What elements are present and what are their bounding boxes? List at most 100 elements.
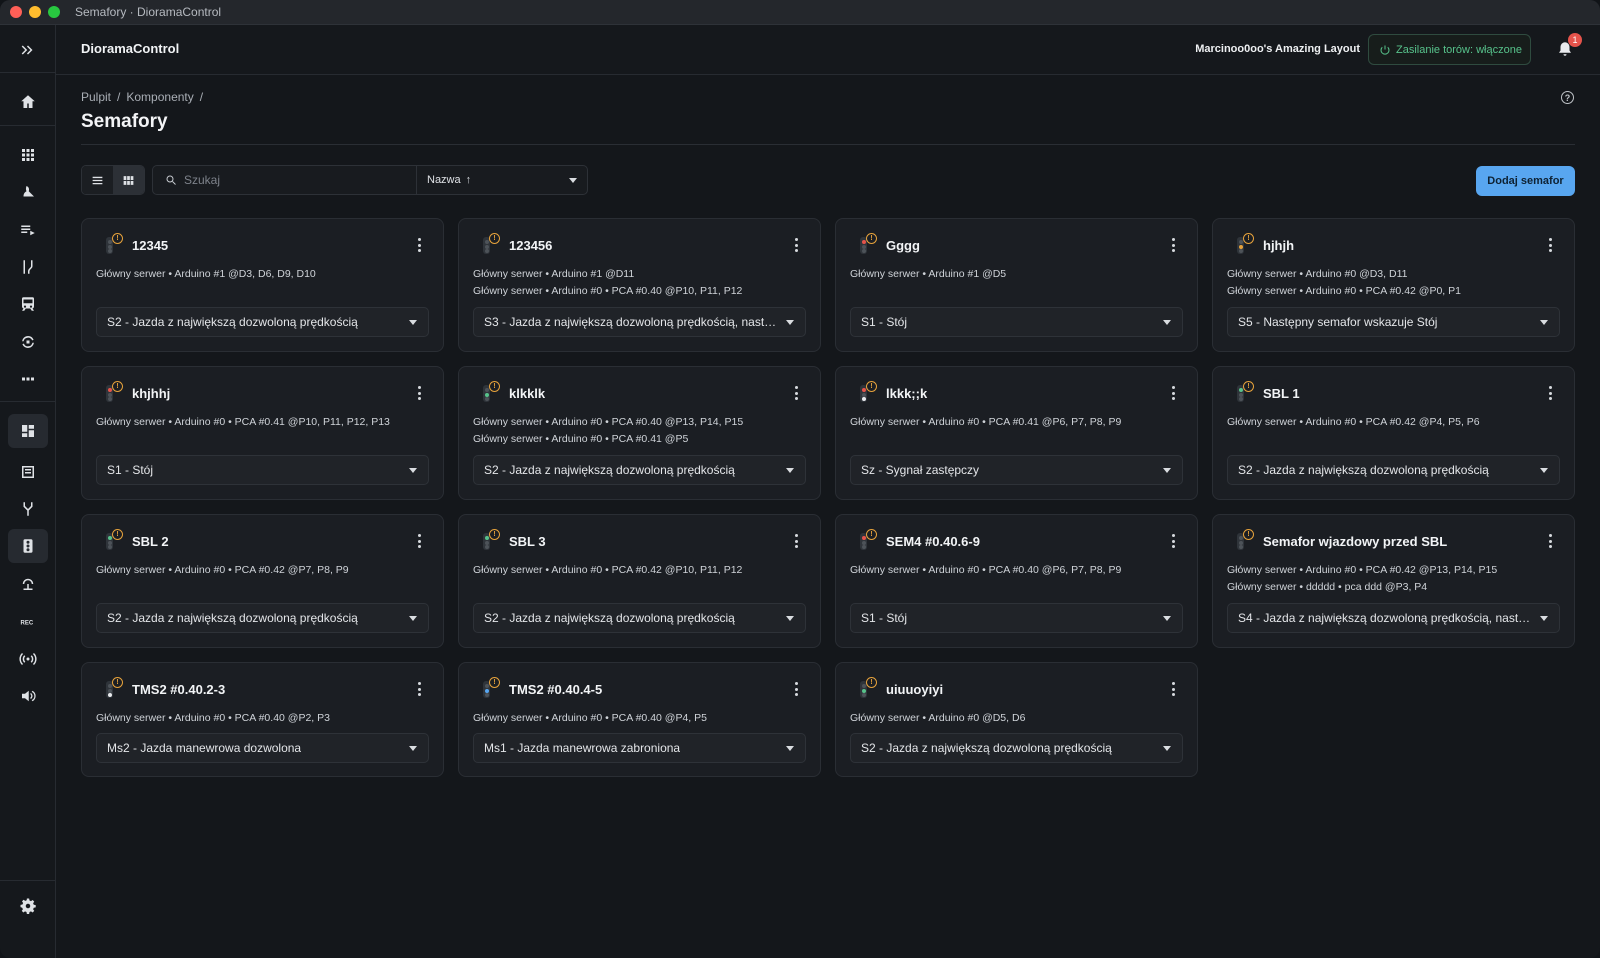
semaphore-grid: ! 12345 Główny serwer • Arduino #1 @D3, … — [81, 218, 1575, 777]
more-vert-icon[interactable] — [794, 682, 798, 696]
expand-sidebar-icon[interactable] — [8, 33, 48, 67]
signal-lamp — [861, 684, 866, 688]
connection-info: Główny serwer • Arduino #0 @D5, D6 — [850, 710, 1025, 727]
locomotive-icon[interactable] — [8, 287, 48, 321]
signal-state-select[interactable]: Ms1 - Jazda manewrowa zabroniona — [473, 733, 806, 763]
signal-lamp — [1238, 540, 1243, 545]
sort-select[interactable]: Nazwa ↑ — [416, 165, 588, 195]
speaker-icon[interactable] — [8, 679, 48, 713]
semaphore-signal-icon: ! — [102, 677, 124, 701]
warning-icon: ! — [866, 233, 877, 244]
signal-state-select[interactable]: S2 - Jazda z największą dozwoloną prędko… — [473, 455, 806, 485]
signal-lamp — [861, 249, 866, 253]
settings-gear-icon[interactable] — [8, 889, 48, 923]
fork-icon[interactable] — [8, 492, 48, 526]
card-header: ! TMS2 #0.40.2-3 — [102, 677, 225, 701]
breadcrumb-komponenty[interactable]: Komponenty — [126, 90, 193, 104]
semaphore-name: TMS2 #0.40.2-3 — [132, 681, 226, 697]
layout-name[interactable]: Marcinoo0oo's Amazing Layout — [1195, 43, 1360, 55]
more-vert-icon[interactable] — [794, 386, 798, 400]
playlist-icon[interactable] — [8, 213, 48, 247]
semaphore-card: ! hjhjh Główny serwer • Arduino #0 @D3, … — [1212, 218, 1575, 352]
svg-text:REC: REC — [21, 620, 34, 626]
train-figure-icon[interactable] — [8, 175, 48, 209]
zoom-window-button[interactable] — [48, 6, 60, 18]
search-icon — [166, 175, 176, 185]
more-vert-icon[interactable] — [1548, 386, 1552, 400]
connection-line: Główny serwer • Arduino #0 • PCA #0.41 @… — [96, 416, 390, 428]
help-icon[interactable]: ? — [1561, 91, 1574, 104]
breadcrumb-separator: / — [199, 90, 204, 104]
signal-state-select[interactable]: S1 - Stój — [850, 307, 1183, 337]
more-vert-icon[interactable] — [1171, 386, 1175, 400]
minimize-window-button[interactable] — [29, 6, 41, 18]
add-semaphore-button[interactable]: Dodaj semafor — [1476, 166, 1575, 196]
barrier-icon[interactable] — [8, 567, 48, 601]
card-header: ! uiuuoyiyi — [856, 677, 943, 701]
broadcast-icon[interactable] — [8, 642, 48, 676]
more-vert-icon[interactable] — [417, 386, 421, 400]
signal-state-select[interactable]: Ms2 - Jazda manewrowa dozwolona — [96, 733, 429, 763]
card-header: ! hjhjh — [1233, 233, 1294, 257]
connection-line: Główny serwer • Arduino #0 • PCA #0.42 @… — [96, 564, 349, 576]
warning-icon: ! — [866, 677, 877, 688]
more-vert-icon[interactable] — [794, 534, 798, 548]
signal-lamp — [484, 397, 489, 401]
semaphore-signal-icon: ! — [102, 233, 124, 257]
signal-state-select[interactable]: S2 - Jazda z największą dozwoloną prędko… — [473, 603, 806, 633]
title-bar: Semafory · DioramaControl — [0, 0, 1600, 25]
apps-grid-icon[interactable] — [8, 138, 48, 172]
sort-direction-icon[interactable]: ↑ — [466, 174, 472, 186]
more-dots-icon[interactable] — [8, 362, 48, 396]
more-vert-icon[interactable] — [1171, 682, 1175, 696]
signal-state-select[interactable]: Sz - Sygnał zastępczy — [850, 455, 1183, 485]
grid-view-button[interactable] — [113, 166, 144, 194]
warning-icon: ! — [112, 233, 123, 244]
search-input[interactable] — [184, 173, 404, 187]
semaphore-name: SBL 3 — [509, 533, 546, 549]
dashboard-icon[interactable] — [8, 414, 48, 448]
semaphore-card: ! uiuuoyiyi Główny serwer • Arduino #0 @… — [835, 662, 1198, 777]
track-power-button[interactable]: Zasilanie torów: włączone — [1368, 34, 1531, 65]
connection-info: Główny serwer • Arduino #0 • PCA #0.40 @… — [473, 710, 707, 727]
connection-line: Główny serwer • Arduino #1 @D5 — [850, 268, 1007, 280]
chevron-down-icon — [1163, 616, 1171, 621]
more-vert-icon[interactable] — [794, 238, 798, 252]
signal-lamp — [861, 536, 866, 540]
more-vert-icon[interactable] — [417, 534, 421, 548]
signal-state-select[interactable]: S4 - Jazda z największą dozwoloną prędko… — [1227, 603, 1560, 633]
turnout-icon[interactable] — [8, 250, 48, 284]
signal-state-select[interactable]: S2 - Jazda z największą dozwoloną prędko… — [1227, 455, 1560, 485]
chevron-down-icon — [786, 746, 794, 751]
more-vert-icon[interactable] — [1171, 238, 1175, 252]
connection-line: Główny serwer • Arduino #0 @D3, D11 — [1227, 268, 1408, 280]
rec-icon[interactable]: REC — [8, 605, 48, 639]
breadcrumb-pulpit[interactable]: Pulpit — [81, 90, 111, 104]
signal-lamp — [484, 688, 489, 693]
signal-state-select[interactable]: S1 - Stój — [96, 455, 429, 485]
turntable-icon[interactable] — [8, 325, 48, 359]
signal-state-select[interactable]: S2 - Jazda z największą dozwoloną prędko… — [96, 307, 429, 337]
semaphore-name: 123456 — [509, 237, 553, 253]
more-vert-icon[interactable] — [1171, 534, 1175, 548]
more-vert-icon[interactable] — [417, 238, 421, 252]
signal-state-value: S2 - Jazda z największą dozwoloną prędko… — [484, 463, 735, 477]
board-icon[interactable] — [8, 455, 48, 489]
semaphore-card: ! 123456 Główny serwer • Arduino #1 @D11… — [458, 218, 821, 352]
signal-state-select[interactable]: S2 - Jazda z największą dozwoloną prędko… — [96, 603, 429, 633]
view-toggle — [81, 165, 145, 195]
more-vert-icon[interactable] — [1548, 238, 1552, 252]
card-header: ! SBL 2 — [102, 529, 169, 553]
list-view-button[interactable] — [82, 166, 113, 194]
signal-state-select[interactable]: S3 - Jazda z największą dozwoloną prędko… — [473, 307, 806, 337]
more-vert-icon[interactable] — [417, 682, 421, 696]
signal-state-select[interactable]: S2 - Jazda z największą dozwoloną prędko… — [850, 733, 1183, 763]
notifications-button[interactable]: 1 — [1556, 33, 1582, 60]
signal-state-select[interactable]: S1 - Stój — [850, 603, 1183, 633]
more-vert-icon[interactable] — [1548, 534, 1552, 548]
close-window-button[interactable] — [10, 6, 22, 18]
home-icon[interactable] — [8, 85, 48, 119]
signal-state-select[interactable]: S5 - Następny semafor wskazuje Stój — [1227, 307, 1560, 337]
signal-lamp — [861, 392, 866, 397]
semaphore-icon[interactable] — [8, 529, 48, 563]
